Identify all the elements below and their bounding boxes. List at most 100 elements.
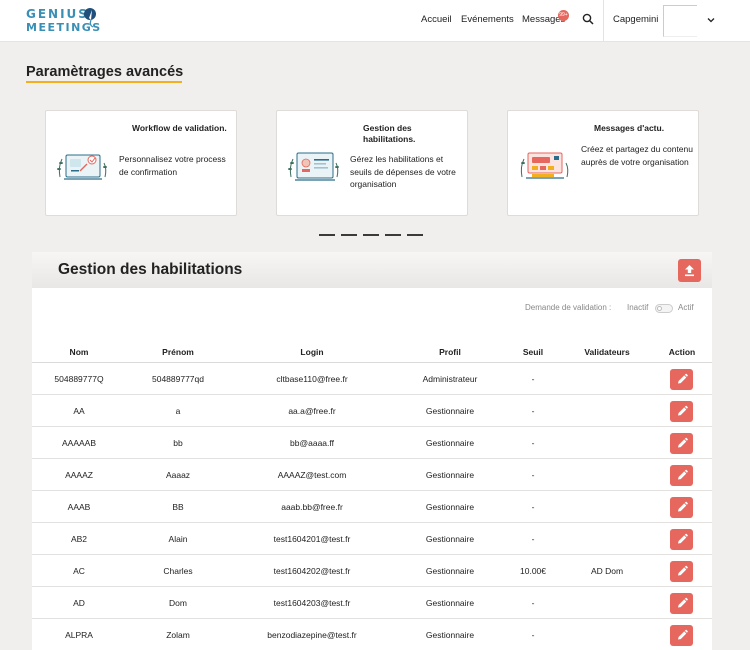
cell-prenom: Aaaaz xyxy=(165,470,191,480)
table-row: AAAAAB bb bb@aaaa.ff Gestionnaire - xyxy=(32,427,712,459)
toggle-knob xyxy=(657,306,662,311)
cell-nom: AB2 xyxy=(70,534,88,544)
cell-seuil: - xyxy=(531,374,535,384)
table-row: ALPRA Zolam benzodiazepine@test.fr Gestionn… xyxy=(32,619,712,650)
table-row: 504889777Q 504889777qd cltbase110@free.fr A… xyxy=(32,363,712,395)
cell-prenom: Dom xyxy=(169,598,187,608)
top-bar: GENIUS MEETINGS Accueil Evénements Messa… xyxy=(0,0,750,42)
table-row: AB2 Alain test1604201@test.fr Gestionnaire - xyxy=(32,523,712,555)
cell-prenom: Charles xyxy=(163,566,193,576)
cell-profil: Gestionnaire xyxy=(425,598,475,608)
edit-button[interactable] xyxy=(670,369,693,390)
cell-nom: AAAAAB xyxy=(61,438,97,448)
cell-login: aa.a@free.fr xyxy=(288,406,336,416)
column-header-profil[interactable]: Profil xyxy=(439,347,461,357)
cell-seuil: - xyxy=(531,438,535,448)
edit-button[interactable] xyxy=(670,433,693,454)
user-avatar[interactable] xyxy=(663,5,697,37)
export-button[interactable] xyxy=(678,259,701,282)
cell-prenom: bb xyxy=(173,438,183,448)
cell-seuil: - xyxy=(531,406,535,416)
title-underline xyxy=(26,81,182,83)
edit-button[interactable] xyxy=(670,625,693,646)
carousel-dot[interactable] xyxy=(363,234,379,236)
validation-toggle[interactable] xyxy=(655,304,673,313)
panel-header: Gestion des habilitations xyxy=(32,252,712,288)
card-workflow-validation[interactable]: Workflow de validation. Personnalisez vo… xyxy=(45,110,237,216)
cell-login: cltbase110@free.fr xyxy=(276,374,348,384)
cell-nom: AD xyxy=(73,598,85,608)
cell-profil: Gestionnaire xyxy=(425,406,475,416)
pencil-icon xyxy=(678,533,688,544)
genius-meetings-logo[interactable]: GENIUS MEETINGS xyxy=(26,6,106,36)
card-gestion-habilitations[interactable]: Gestion des habilitations. Gérez les hab… xyxy=(276,110,468,216)
messages-count-badge: 99+ xyxy=(558,10,569,21)
column-header-action: Action xyxy=(668,347,696,357)
cell-profil: Gestionnaire xyxy=(425,630,475,640)
chevron-down-icon[interactable] xyxy=(706,15,716,25)
carousel-dot[interactable] xyxy=(319,234,335,236)
table-row: AC Charles test1604202@test.fr Gestionnaire… xyxy=(32,555,712,587)
cell-nom: AAAB xyxy=(67,502,91,512)
pencil-icon xyxy=(678,629,688,640)
cell-nom: AA xyxy=(73,406,85,416)
card-title: Messages d'actu. xyxy=(594,123,665,133)
card-description: Créez et partagez du contenu auprès de v… xyxy=(581,144,693,167)
carousel-dot[interactable] xyxy=(407,234,423,236)
cell-seuil: - xyxy=(531,502,535,512)
cell-prenom: Alain xyxy=(168,534,188,544)
cell-login: bb@aaaa.ff xyxy=(290,438,334,448)
company-name[interactable]: Capgemini xyxy=(613,14,658,25)
edit-button[interactable] xyxy=(670,401,693,422)
logo-mark-icon xyxy=(84,8,96,28)
upload-icon xyxy=(685,265,694,277)
cell-login: test1604203@test.fr xyxy=(273,598,351,608)
column-header-login[interactable]: Login xyxy=(300,347,323,357)
card-title: Workflow de validation. xyxy=(132,123,227,133)
edit-button[interactable] xyxy=(670,529,693,550)
edit-button[interactable] xyxy=(670,593,693,614)
cell-login: test1604202@test.fr xyxy=(273,566,351,576)
habilitations-illustration-icon xyxy=(288,152,339,181)
cell-login: test1604201@test.fr xyxy=(273,534,351,544)
cell-nom: AC xyxy=(73,566,85,576)
edit-button[interactable] xyxy=(670,497,693,518)
header-divider xyxy=(603,0,604,42)
nav-evenements[interactable]: Evénements xyxy=(461,14,514,25)
pencil-icon xyxy=(678,469,688,480)
cell-seuil: - xyxy=(531,534,535,544)
column-header-prenom[interactable]: Prénom xyxy=(162,347,194,357)
cell-profil: Gestionnaire xyxy=(425,566,475,576)
column-header-nom[interactable]: Nom xyxy=(70,347,89,357)
table-row: AAAAZ Aaaaz AAAAZ@test.com Gestionnaire - xyxy=(32,459,712,491)
cell-seuil: - xyxy=(531,598,535,608)
search-icon[interactable] xyxy=(582,13,594,25)
cell-seuil: 10.00€ xyxy=(520,566,546,576)
messages-illustration-icon xyxy=(520,152,569,179)
panel-title: Gestion des habilitations xyxy=(58,261,243,278)
carousel-dot[interactable] xyxy=(341,234,357,236)
cell-prenom: BB xyxy=(172,502,184,512)
pencil-icon xyxy=(678,437,688,448)
cell-nom: 504889777Q xyxy=(54,374,104,384)
pencil-icon xyxy=(678,597,688,608)
card-messages-actu[interactable]: Messages d'actu. Créez et partagez du co… xyxy=(507,110,699,216)
card-description: Gérez les habilitations et seuils de dép… xyxy=(350,154,456,189)
pencil-icon xyxy=(678,565,688,576)
validation-request-label: Demande de validation : xyxy=(525,303,612,312)
pencil-icon xyxy=(678,501,688,512)
active-label: Actif xyxy=(678,303,694,312)
cell-prenom: Zolam xyxy=(166,630,190,640)
card-description: Personnalisez votre process de confirmat… xyxy=(119,154,226,177)
column-header-validateurs[interactable]: Validateurs xyxy=(584,347,629,357)
cell-nom: AAAAZ xyxy=(65,470,93,480)
edit-button[interactable] xyxy=(670,561,693,582)
nav-accueil[interactable]: Accueil xyxy=(421,14,452,25)
workflow-illustration-icon xyxy=(57,154,107,180)
card-title: Gestion des habilitations. xyxy=(363,123,416,144)
edit-button[interactable] xyxy=(670,465,693,486)
carousel-dot[interactable] xyxy=(385,234,401,236)
cell-profil: Administrateur xyxy=(422,374,478,384)
column-header-seuil[interactable]: Seuil xyxy=(523,347,543,357)
cell-profil: Gestionnaire xyxy=(425,502,475,512)
